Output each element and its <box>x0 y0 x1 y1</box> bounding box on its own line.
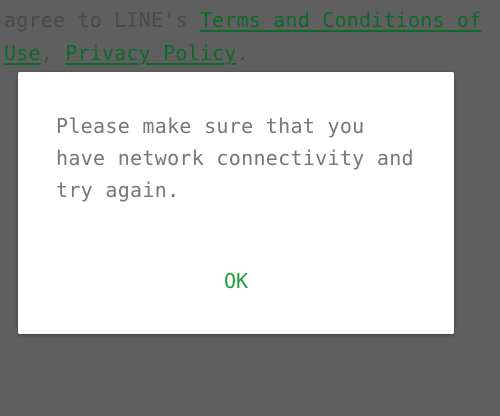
terms-prefix: agree to LINE's <box>4 8 200 32</box>
ok-button[interactable]: OK <box>214 265 258 297</box>
dialog-message: Please make sure that you have network c… <box>56 114 414 202</box>
network-error-dialog: Please make sure that you have network c… <box>18 72 454 334</box>
terms-line-1: agree to LINE's Terms and Conditions of <box>4 4 496 37</box>
privacy-policy-link[interactable]: Privacy Policy <box>65 41 236 65</box>
terms-suffix: . <box>236 41 249 65</box>
terms-separator: , <box>40 41 66 65</box>
terms-and-conditions-link-continued[interactable]: Use <box>4 41 41 65</box>
terms-and-conditions-link[interactable]: Terms and Conditions of <box>200 8 482 32</box>
terms-agreement-text: agree to LINE's Terms and Conditions of … <box>4 4 496 70</box>
terms-line-2: Use, Privacy Policy. <box>4 37 496 70</box>
